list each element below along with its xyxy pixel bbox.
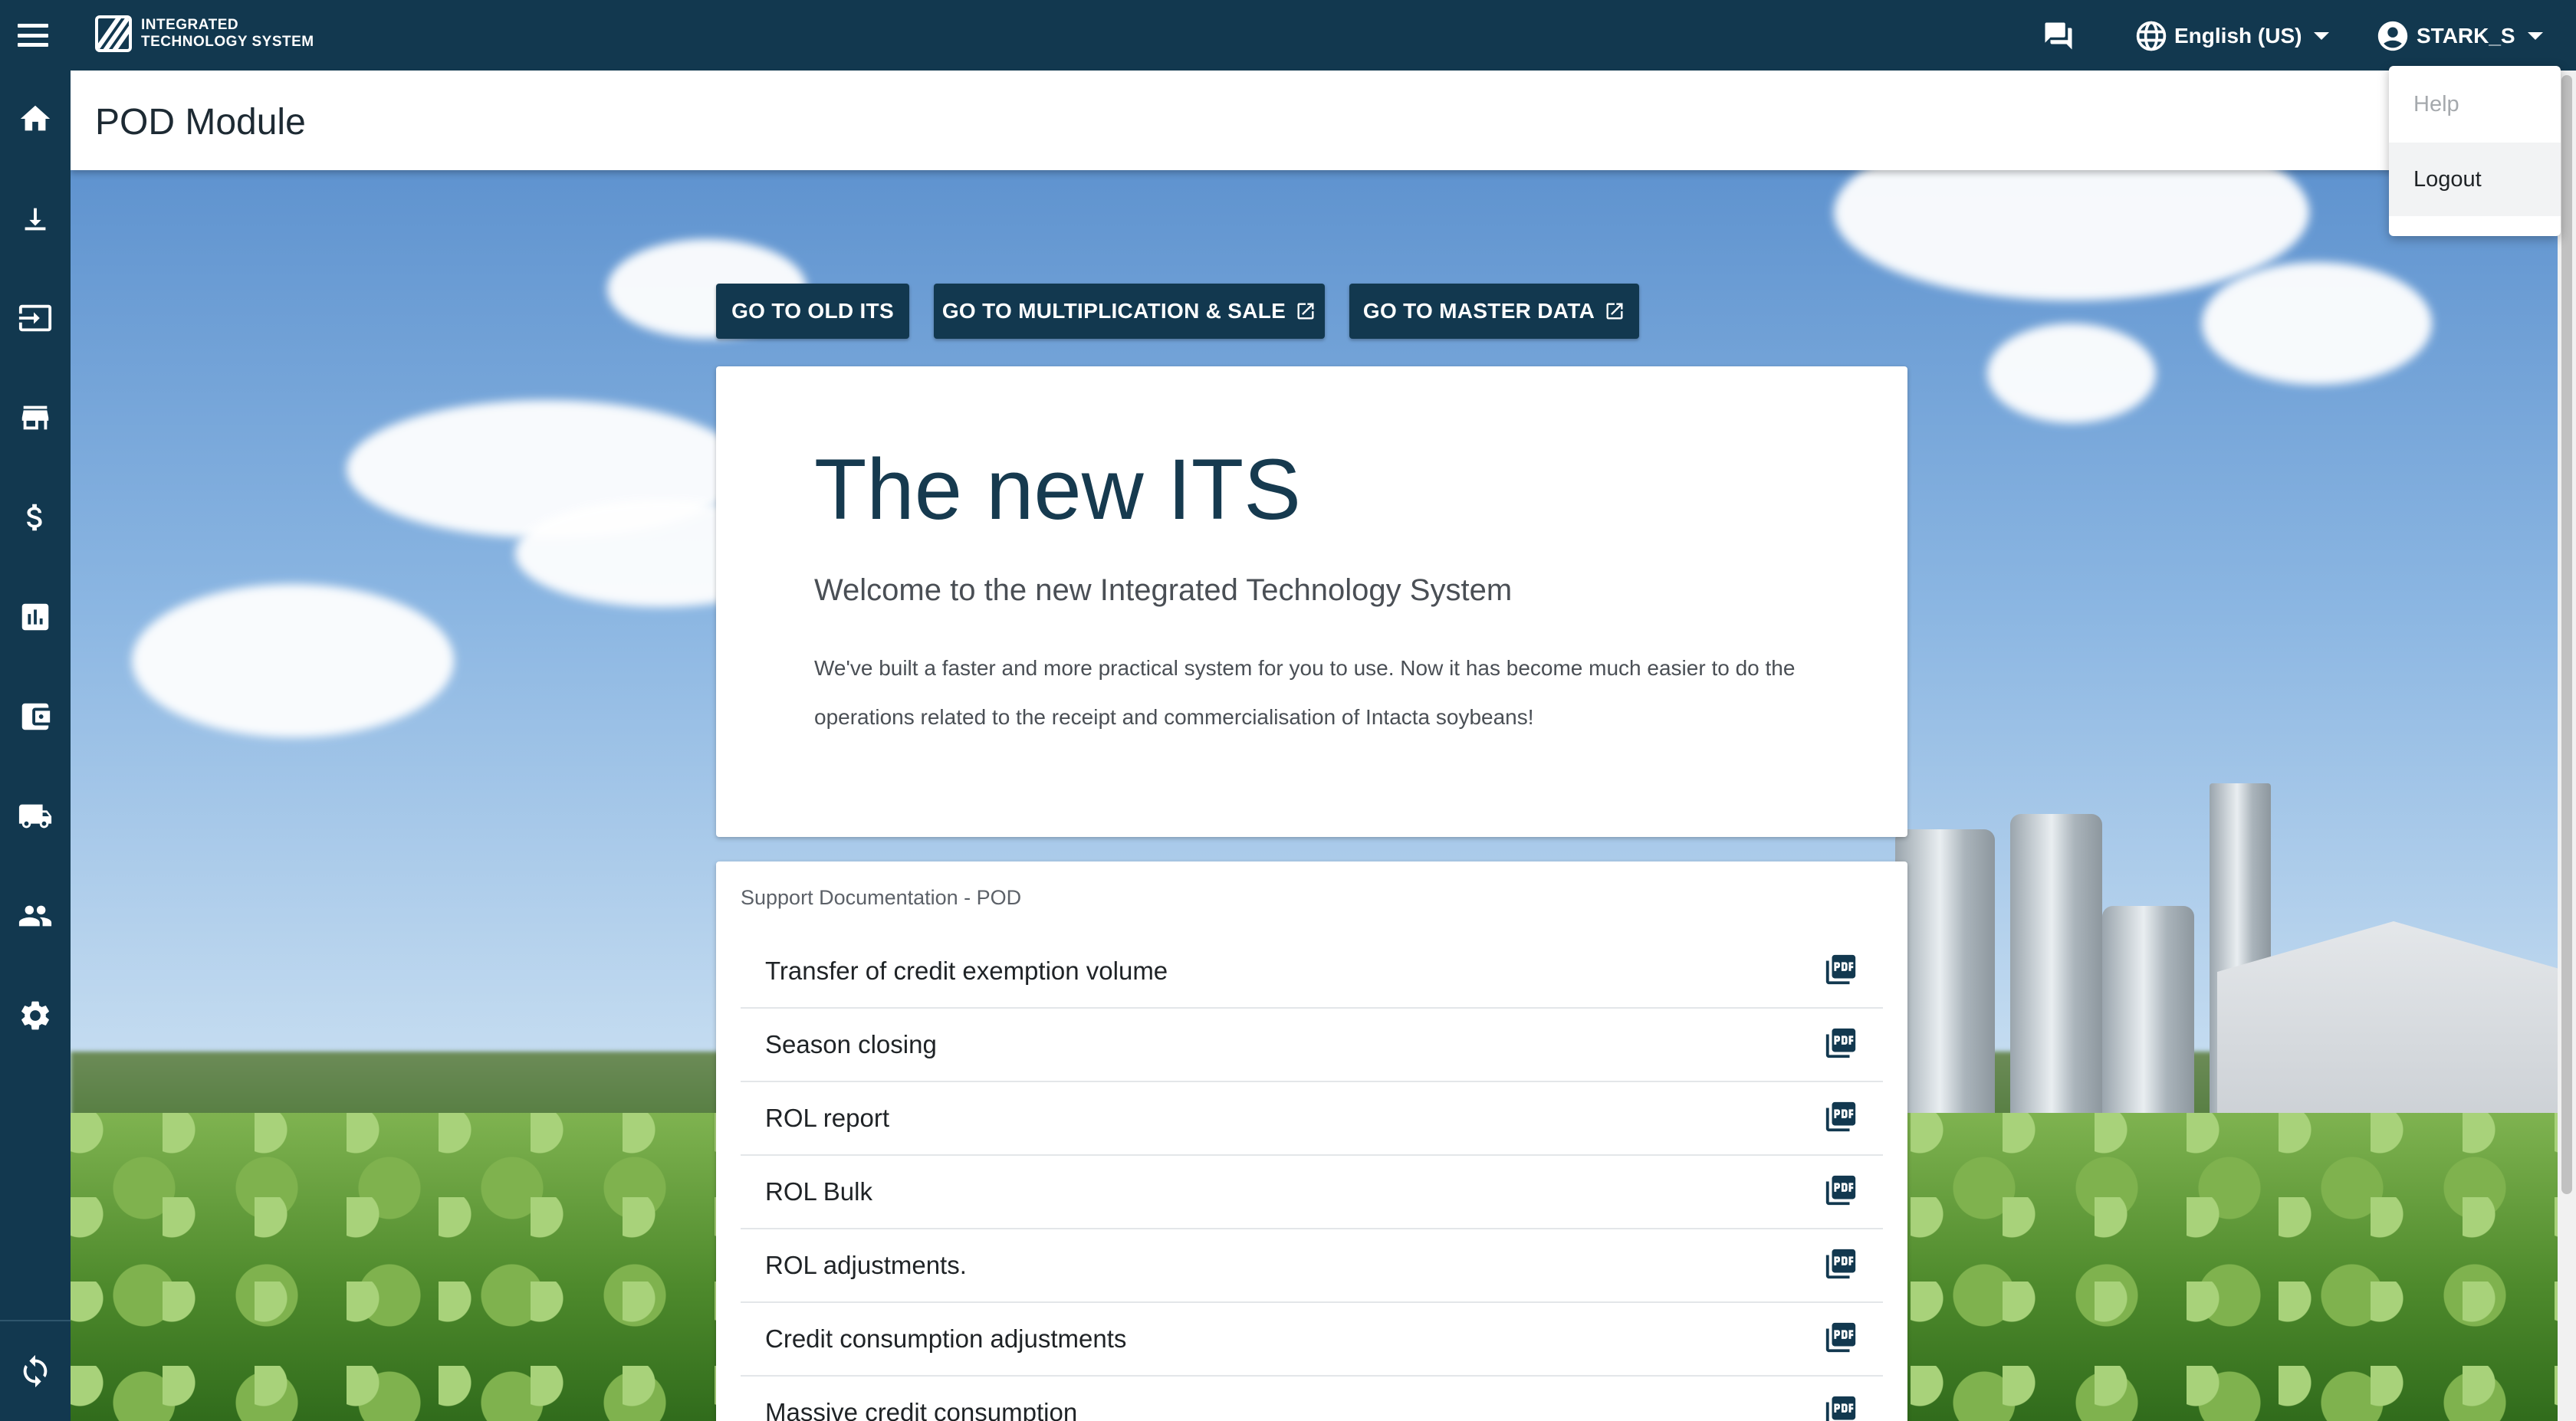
- go-to-master-data-button[interactable]: GO TO MASTER DATA: [1349, 284, 1639, 339]
- welcome-body: We've built a faster and more practical …: [814, 656, 1796, 729]
- side-navigation: [0, 71, 71, 1421]
- pdf-icon[interactable]: [1823, 952, 1858, 987]
- app-logo: INTEGRATED TECHNOLOGY SYSTEM: [95, 15, 314, 52]
- docs-heading: Support Documentation - POD: [741, 886, 1022, 909]
- language-label: English (US): [2174, 24, 2302, 48]
- doc-item-rol-report[interactable]: ROL report: [741, 1082, 1883, 1156]
- top-app-bar: INTEGRATED TECHNOLOGY SYSTEM English (US…: [0, 0, 2576, 71]
- home-icon[interactable]: [0, 84, 71, 153]
- language-selector[interactable]: English (US): [2134, 18, 2330, 54]
- open-in-new-icon: [1606, 303, 1623, 320]
- doc-item-rol-bulk[interactable]: ROL Bulk: [741, 1156, 1883, 1229]
- menu-icon[interactable]: [15, 20, 51, 51]
- username-label: STARK_S: [2417, 24, 2515, 48]
- pdf-icon[interactable]: [1823, 1099, 1858, 1134]
- gear-icon[interactable]: [0, 981, 71, 1050]
- menu-item-help[interactable]: Help: [2389, 67, 2561, 141]
- welcome-subtitle: Welcome to the new Integrated Technology…: [814, 573, 1513, 607]
- pdf-icon[interactable]: [1823, 1246, 1858, 1282]
- support-docs-card: Support Documentation - POD Transfer of …: [716, 861, 1907, 1421]
- go-to-multiplication-sale-button[interactable]: GO TO MULTIPLICATION & SALE: [934, 284, 1325, 339]
- pdf-icon[interactable]: [1823, 1393, 1858, 1421]
- logo-text: INTEGRATED TECHNOLOGY SYSTEM: [141, 17, 314, 51]
- page-header: POD Module: [71, 71, 2576, 170]
- open-in-new-icon: [1297, 303, 1314, 320]
- logo-mark: [95, 15, 132, 52]
- doc-item-label: Credit consumption adjustments: [765, 1324, 1127, 1353]
- scrollbar-thumb[interactable]: [2561, 75, 2572, 1194]
- doc-item-label: Season closing: [765, 1030, 937, 1058]
- go-to-master-data-label: GO TO MASTER DATA: [1362, 299, 1595, 323]
- go-to-multiplication-sale-label: GO TO MULTIPLICATION & SALE: [941, 299, 1286, 323]
- logo-line-2: TECHNOLOGY SYSTEM: [141, 34, 314, 50]
- doc-item-label: ROL Bulk: [765, 1177, 872, 1206]
- page-title: POD Module: [95, 102, 306, 143]
- doc-item-label: Transfer of credit exemption volume: [765, 957, 1168, 985]
- globe-icon: [2136, 21, 2167, 51]
- doc-item-season-closing[interactable]: Season closing: [741, 1009, 1883, 1082]
- store-icon[interactable]: [0, 383, 71, 452]
- sync-icon[interactable]: [0, 1337, 71, 1406]
- go-to-old-its-button[interactable]: GO TO OLD ITS: [716, 284, 909, 339]
- sidebar-divider: [0, 1320, 71, 1321]
- download-icon[interactable]: [0, 184, 71, 253]
- account-circle-icon: [2377, 21, 2408, 51]
- doc-item-transfer-credit[interactable]: Transfer of credit exemption volume: [741, 935, 1883, 1009]
- chevron-down-icon: [2527, 32, 2543, 40]
- bar-chart-icon[interactable]: [0, 583, 71, 651]
- page-scrollbar[interactable]: [2558, 71, 2576, 1421]
- doc-item-massive-credit-consumption[interactable]: Massive credit consumption: [741, 1377, 1883, 1421]
- truck-icon[interactable]: [0, 782, 71, 851]
- pdf-icon[interactable]: [1823, 1320, 1858, 1355]
- wallet-icon[interactable]: [0, 682, 71, 751]
- dollar-icon[interactable]: [0, 483, 71, 552]
- doc-item-label: ROL report: [765, 1104, 890, 1132]
- user-menu-trigger[interactable]: STARK_S: [2375, 18, 2543, 54]
- doc-item-rol-adjustments[interactable]: ROL adjustments.: [741, 1229, 1883, 1303]
- menu-item-logout[interactable]: Logout: [2389, 143, 2561, 216]
- welcome-card: The new ITS Welcome to the new Integrate…: [716, 366, 1907, 837]
- pdf-icon[interactable]: [1823, 1026, 1858, 1061]
- people-icon[interactable]: [0, 881, 71, 950]
- input-icon[interactable]: [0, 284, 71, 353]
- pdf-icon[interactable]: [1823, 1173, 1858, 1208]
- logo-line-1: INTEGRATED: [141, 17, 239, 33]
- chat-icon[interactable]: [2041, 20, 2076, 52]
- welcome-title: The new ITS: [814, 441, 1301, 537]
- doc-item-label: Massive credit consumption: [765, 1398, 1078, 1421]
- doc-item-credit-consumption-adjustments[interactable]: Credit consumption adjustments: [741, 1303, 1883, 1377]
- user-dropdown-menu: Help Logout: [2389, 66, 2561, 236]
- go-to-old-its-label: GO TO OLD ITS: [731, 299, 894, 323]
- chevron-down-icon: [2314, 32, 2330, 40]
- doc-item-label: ROL adjustments.: [765, 1251, 967, 1279]
